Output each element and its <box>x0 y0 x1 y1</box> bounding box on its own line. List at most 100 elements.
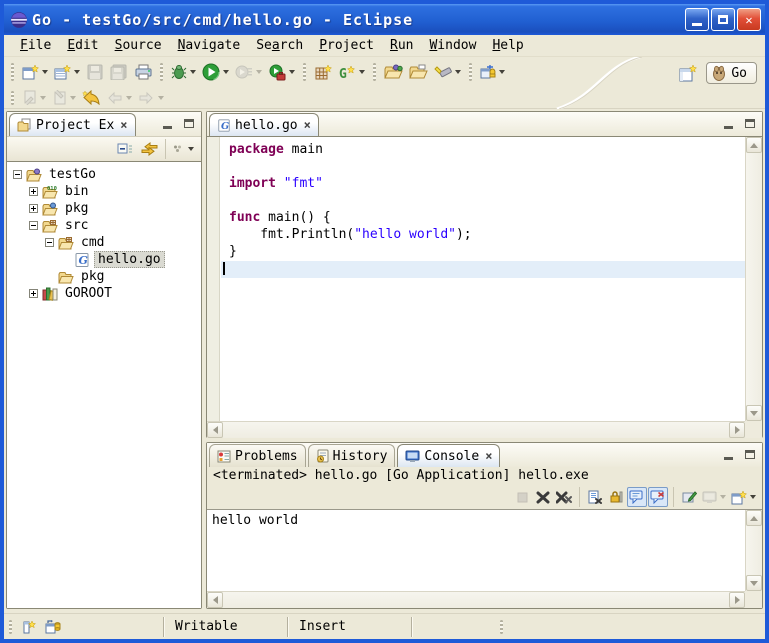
maximize-editor-button[interactable] <box>741 116 758 131</box>
menu-window[interactable]: Window <box>421 36 484 55</box>
menu-source[interactable]: Source <box>107 36 170 55</box>
scroll-down-button[interactable] <box>746 575 762 591</box>
next-annotation-button[interactable] <box>19 88 49 108</box>
new-wizard-button[interactable] <box>19 60 51 84</box>
scroll-lock-button[interactable] <box>606 487 626 507</box>
maximize-button[interactable] <box>711 8 735 31</box>
tree-label[interactable]: pkg <box>78 269 107 284</box>
pin-console-button[interactable] <box>679 487 699 507</box>
open-console-button[interactable] <box>729 487 758 507</box>
scroll-left-button[interactable] <box>207 592 223 608</box>
new-folder-button[interactable] <box>51 60 83 84</box>
minimize-editor-button[interactable] <box>720 116 737 131</box>
close-view-icon[interactable]: × <box>120 118 127 132</box>
menu-run[interactable]: Run <box>382 36 421 55</box>
tree-label[interactable]: src <box>62 218 91 233</box>
tree-label[interactable]: GOROOT <box>62 286 115 301</box>
show-stdout-button[interactable] <box>627 487 647 507</box>
tree-label[interactable]: pkg <box>62 201 91 216</box>
minimize-button[interactable] <box>685 8 709 31</box>
collapse-all-button[interactable] <box>113 139 137 159</box>
toolbar-grip[interactable] <box>373 63 376 81</box>
print-button[interactable] <box>131 60 155 84</box>
maximize-view-button[interactable] <box>180 116 197 131</box>
tree-label[interactable]: testGo <box>46 167 99 182</box>
expander-collapse-icon[interactable] <box>29 221 38 230</box>
back-button[interactable] <box>103 88 135 108</box>
go-perspective-button[interactable]: Go <box>706 62 757 84</box>
menu-edit[interactable]: Edit <box>59 36 106 55</box>
code-line[interactable] <box>221 159 745 176</box>
remove-launch-button[interactable] <box>533 487 553 507</box>
code-line[interactable]: import "fmt" <box>221 176 745 193</box>
debug-button[interactable] <box>168 60 199 84</box>
view-shortcut-button[interactable] <box>41 617 65 637</box>
minimize-console-button[interactable] <box>720 447 737 462</box>
tree-label-selected[interactable]: hello.go <box>94 251 165 268</box>
editor-horizontal-scrollbar[interactable] <box>207 421 745 438</box>
toolbar-grip[interactable] <box>303 63 306 81</box>
menu-file[interactable]: File <box>12 36 59 55</box>
open-folder-button[interactable] <box>406 60 431 84</box>
console-output-area[interactable]: hello world <box>207 509 762 608</box>
menu-help[interactable]: Help <box>484 36 531 55</box>
expander-collapse-icon[interactable] <box>13 170 22 179</box>
code-area[interactable]: package main import "fmt" func main() { … <box>221 137 745 421</box>
code-editor[interactable]: package main import "fmt" func main() { … <box>207 136 762 438</box>
tree-item-bin[interactable]: 010 bin <box>7 183 201 200</box>
expander-expand-icon[interactable] <box>29 289 38 298</box>
code-line[interactable]: package main <box>221 142 745 159</box>
current-line[interactable] <box>221 261 745 278</box>
toolbar-grip[interactable] <box>11 91 14 105</box>
code-line[interactable]: fmt.Println("hello world"); <box>221 227 745 244</box>
tree-item-src[interactable]: src <box>7 217 201 234</box>
scroll-up-button[interactable] <box>746 137 762 153</box>
terminate-button[interactable] <box>512 487 532 507</box>
save-button[interactable] <box>83 60 107 84</box>
toolbar-grip[interactable] <box>469 63 472 81</box>
code-line[interactable]: func main() { <box>221 210 745 227</box>
title-bar[interactable]: Go - testGo/src/cmd/hello.go - Eclipse ✕ <box>4 4 765 35</box>
code-line[interactable] <box>221 193 745 210</box>
run-button[interactable] <box>199 60 232 84</box>
minimize-view-button[interactable] <box>159 116 176 131</box>
tree-item-pkg[interactable]: pkg <box>7 200 201 217</box>
new-go-element-button[interactable]: G <box>335 60 368 84</box>
tree-label[interactable]: bin <box>62 184 91 199</box>
view-menu-button[interactable] <box>170 139 197 159</box>
editor-vertical-scrollbar[interactable] <box>745 137 762 421</box>
toolbar-grip[interactable] <box>160 63 163 81</box>
expander-expand-icon[interactable] <box>29 187 38 196</box>
tree-item-pkg-src[interactable]: pkg <box>7 268 201 285</box>
tab-problems[interactable]: Problems <box>209 444 306 467</box>
clear-console-button[interactable] <box>585 487 605 507</box>
close-editor-icon[interactable]: × <box>304 118 311 132</box>
remove-all-launches-button[interactable] <box>554 487 574 507</box>
expander-collapse-icon[interactable] <box>45 238 54 247</box>
tree-label[interactable]: cmd <box>78 235 107 250</box>
display-console-button[interactable] <box>700 487 728 507</box>
link-editor-button[interactable] <box>137 139 161 159</box>
save-all-button[interactable] <box>107 60 131 84</box>
menu-navigate[interactable]: Navigate <box>170 36 249 55</box>
tree-item-goroot[interactable]: GOROOT <box>7 285 201 302</box>
open-perspective-button[interactable] <box>676 61 700 85</box>
import-package-button[interactable] <box>381 60 406 84</box>
close-console-icon[interactable]: × <box>485 449 492 463</box>
close-button[interactable]: ✕ <box>737 8 761 31</box>
external-tools-button[interactable] <box>265 60 298 84</box>
expander-expand-icon[interactable] <box>29 204 38 213</box>
tab-project-explorer[interactable]: Project Ex × <box>9 113 136 136</box>
fast-view-button[interactable] <box>17 617 41 637</box>
tab-history[interactable]: History <box>308 444 396 467</box>
task-button[interactable] <box>477 60 508 84</box>
profile-button[interactable] <box>232 60 265 84</box>
toolbar-grip[interactable] <box>11 63 14 81</box>
show-stderr-button[interactable] <box>648 487 668 507</box>
new-project-grid-button[interactable] <box>311 60 335 84</box>
tree-item-hello-go[interactable]: G hello.go <box>7 251 201 268</box>
scroll-right-button[interactable] <box>729 592 745 608</box>
menu-search[interactable]: Search <box>248 36 311 55</box>
tab-console[interactable]: Console × <box>397 444 500 467</box>
search-button[interactable] <box>431 60 464 84</box>
